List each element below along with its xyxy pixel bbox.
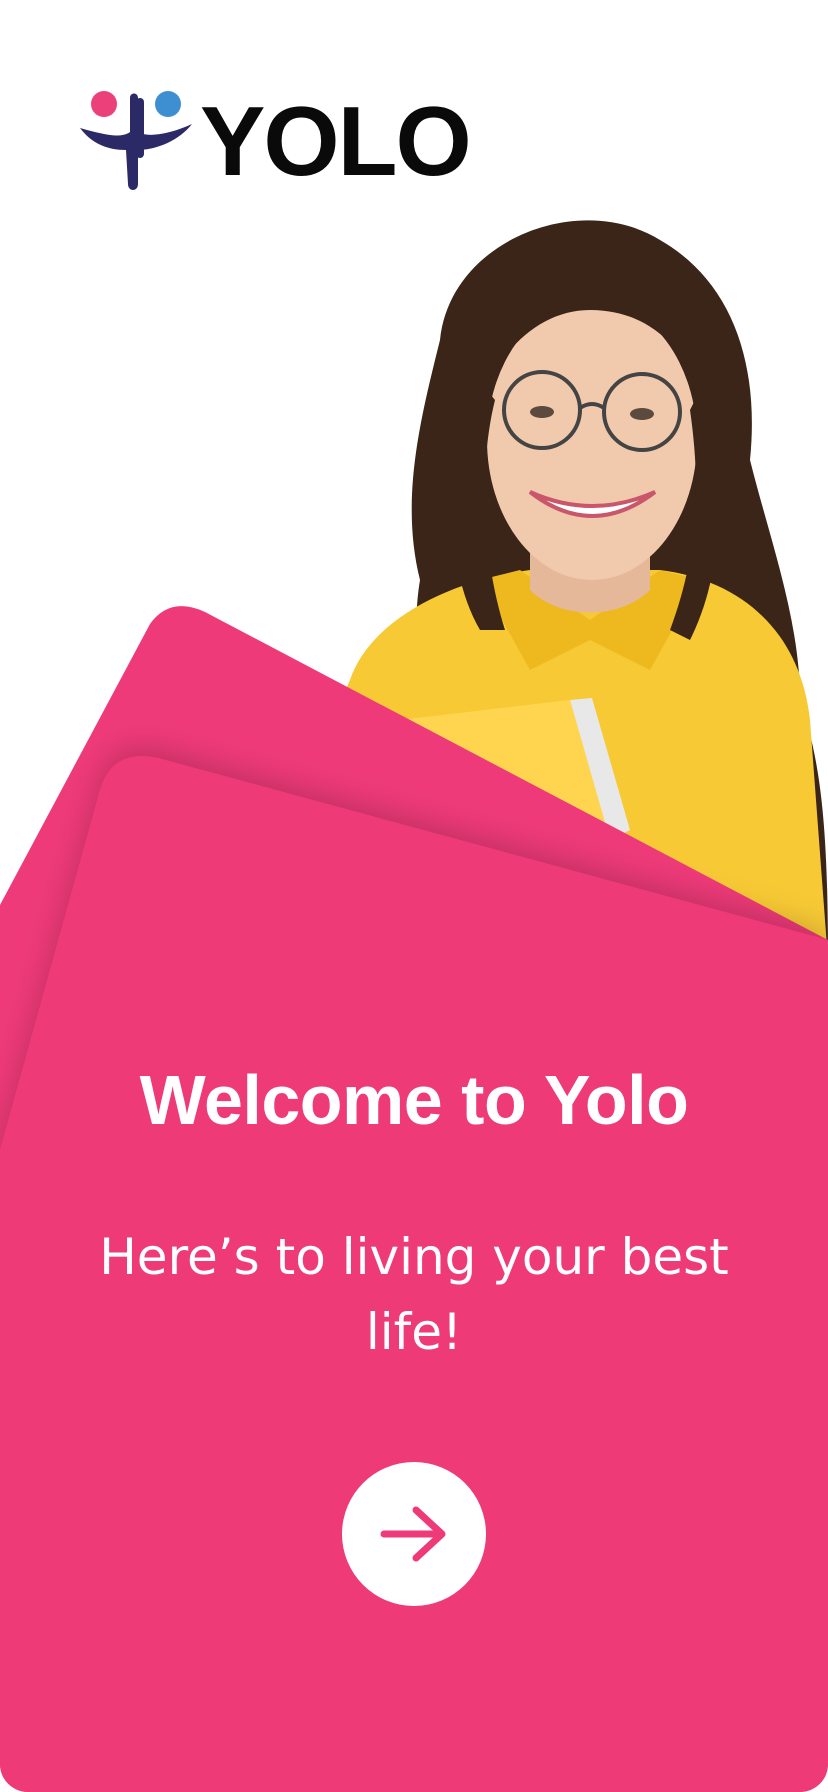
brand-wordmark: YOLO xyxy=(200,86,472,196)
onboarding-screen: YOLO Welcome to Yolo Here’s to living yo… xyxy=(0,0,828,1792)
smiling-woman-illustration xyxy=(330,220,828,960)
app-logo: YOLO xyxy=(78,86,472,196)
yolo-logo-icon xyxy=(80,91,192,190)
welcome-content: Welcome to Yolo Here’s to living your be… xyxy=(0,1060,828,1370)
welcome-title: Welcome to Yolo xyxy=(139,1061,689,1139)
next-button[interactable] xyxy=(342,1462,486,1606)
welcome-subtitle: Here’s to living your best life! xyxy=(99,1228,729,1361)
arrow-right-icon xyxy=(380,1506,446,1562)
